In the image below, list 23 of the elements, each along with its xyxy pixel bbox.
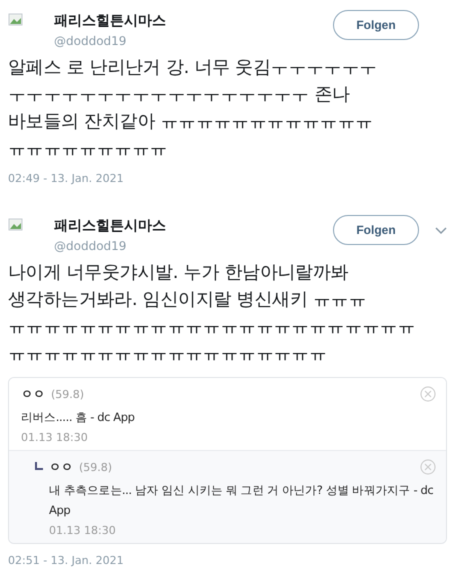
tweet-text: 나이게 너무웃갸시발. 누가 한남아니랄까봐 생각하는거봐라. 임신이지랄 병신새키 ㅠㅠㅠ ㅠㅠㅠㅠㅠㅠㅠㅠㅠㅠㅠㅠㅠㅠㅠㅠㅠㅠㅠㅠㅠㅠㅠ ㅠㅠㅠㅠㅠㅠㅠㅠㅠㅠㅠㅠㅠㅠㅠㅠㅠㅠ xyxy=(8,261,416,366)
comment-score: (59.8) xyxy=(51,388,84,401)
delete-icon[interactable] xyxy=(420,386,436,402)
user-name: 패리스힐튼시마스 xyxy=(54,12,167,30)
comment-time: 01.13 18:30 xyxy=(49,524,117,537)
user-handle: @doddod19 xyxy=(54,239,128,253)
comment-score: (59.8) xyxy=(79,461,112,474)
tweet-text: 알페스 로 난리난거 강. 너무 웃김ㅜㅜㅜㅜㅜㅜ ㅜㅜㅜㅜㅜㅜㅜㅜㅜㅜㅜㅜㅜㅜㅜㅜㅜ 존나 바보들의 잔치같아 ㅠㅠㅠㅠㅠㅠㅠㅠㅠㅠㅠㅠ ㅠㅠㅠㅠㅠㅠㅠㅠㅠ xyxy=(8,56,378,161)
user-handle: @doddod19 xyxy=(54,34,128,48)
broken-image-icon xyxy=(8,217,24,233)
comment-text: 리버스..... 흠 - dc App xyxy=(21,409,136,426)
tweet-timestamp: 02:51 - 13. Jan. 2021 xyxy=(8,554,125,567)
user-name: 패리스힐튼시마스 xyxy=(54,217,167,235)
broken-image-icon xyxy=(8,12,24,28)
comment-author: ㅇㅇ xyxy=(49,459,73,476)
tweet-timestamp: 02:49 - 13. Jan. 2021 xyxy=(8,172,125,185)
follow-button[interactable]: Folgen xyxy=(333,215,419,245)
comment-author: ㅇㅇ xyxy=(21,386,45,403)
delete-icon[interactable] xyxy=(420,459,436,475)
chevron-down-icon[interactable] xyxy=(435,227,447,235)
comment-text: 내 추측으로는... 남자 임신 시키는 뭐 그런 거 아닌가? 성별 바꿔가지구 - dc App xyxy=(49,482,434,519)
comment-time: 01.13 18:30 xyxy=(21,431,89,444)
follow-button[interactable]: Folgen xyxy=(333,10,419,40)
